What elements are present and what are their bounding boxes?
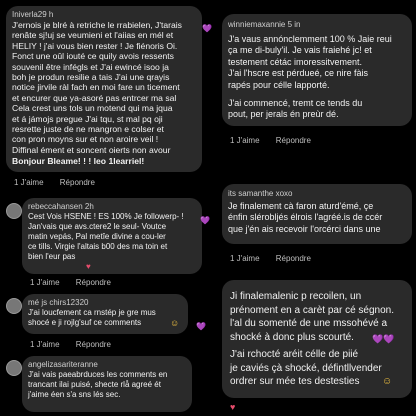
purple-heart-icon[interactable]: 💜 (202, 24, 212, 33)
purple-heart-icon[interactable]: 💜 (200, 216, 210, 225)
heart-icon[interactable]: ♥ (230, 402, 235, 412)
like-count[interactable]: 1 J'aime (230, 136, 260, 145)
comment-text: Je finalement cà faron aturd'émé, çe énf… (228, 201, 383, 234)
smile-emoji-icon: ☺ (382, 376, 393, 387)
avatar[interactable] (6, 203, 22, 219)
comment-text: J'ai loucfement ca rnstép je gre mus sho… (28, 308, 156, 327)
comment-text: J'a vaus annónclemment 100 % Jaie reui ç… (228, 34, 392, 90)
right-column: 💜 winniemaxannie 5 in J'a vaus annónclem… (200, 0, 416, 416)
like-count[interactable]: 1 J'aime (14, 178, 44, 187)
comment-username[interactable]: winniemaxannie 5 in (228, 20, 301, 29)
like-count[interactable]: 1 J'aime (30, 340, 60, 349)
reply-button[interactable]: Répondre (276, 136, 311, 145)
like-count[interactable]: 1 J'aime (30, 278, 60, 287)
comment-actions: 1 J'aime Répondre (30, 278, 125, 287)
comment-actions: 1 J'aime Répondre (230, 254, 325, 263)
like-count[interactable]: 1 J'aime (230, 254, 260, 263)
comment-username[interactable]: Iniverla29 h (12, 10, 53, 19)
smile-emoji-icon: ☺ (170, 318, 180, 328)
reply-button[interactable]: Répondre (76, 340, 111, 349)
comment-username[interactable]: its samanthe xoxo (228, 189, 292, 198)
avatar[interactable] (6, 298, 22, 314)
comment-bubble: rebeccahansen 2h Cest Vois HSENE ! ES 10… (22, 198, 202, 274)
comment-bubble: Ji finalemalenic p recoilen, un prénomen… (222, 280, 412, 398)
comment-actions: 1 J'aime Répondre (230, 136, 325, 145)
heart-icon: ♥ (86, 262, 91, 271)
purple-heart-icon[interactable]: 💜 (196, 322, 206, 331)
comment-username[interactable]: angelizasariteranne (28, 360, 98, 369)
reply-button[interactable]: Répondre (76, 278, 111, 287)
comment-bold-line: Bonjour Bleame! ! ! leo 1learriel! (12, 156, 145, 166)
comment-bubble: winniemaxannie 5 in J'a vaus annónclemme… (222, 14, 412, 126)
comment-bubble: angelizasariteranne J'ai vais paeabrduce… (22, 356, 192, 412)
comment-bubble: its samanthe xoxo Je finalement cà faron… (222, 184, 412, 244)
avatar[interactable] (6, 360, 22, 376)
comment-actions: 1 J'aime Répondre (14, 178, 109, 187)
reply-button[interactable]: Répondre (60, 178, 95, 187)
comment-bubble: mé js chirs12320 J'ai loucfement ca rnst… (22, 294, 188, 334)
comment-text: J'ai vais paeabrduces les comments en tr… (28, 370, 168, 399)
comment-text: Cest Vois HSENE ! ES 100% Je followerp- … (28, 212, 184, 261)
comment-actions: 1 J'aime Répondre (30, 340, 125, 349)
comment-bubble: Iniverla29 h J'ernois je blré à retriche… (6, 6, 202, 172)
purple-hearts-emoji-icon: 💜💜 (372, 334, 395, 344)
left-column: Iniverla29 h J'ernois je blré à retriche… (0, 0, 212, 416)
reply-button[interactable]: Répondre (276, 254, 311, 263)
comment-username[interactable]: mé js chirs12320 (28, 298, 88, 307)
comment-text: J'ernois je blré à retriche le rrabielen… (12, 20, 182, 155)
comment-username[interactable]: rebeccahansen 2h (28, 202, 94, 211)
comment-text-second-paragraph: J'ai commencé, tremt ce tends du pout, p… (228, 98, 363, 120)
